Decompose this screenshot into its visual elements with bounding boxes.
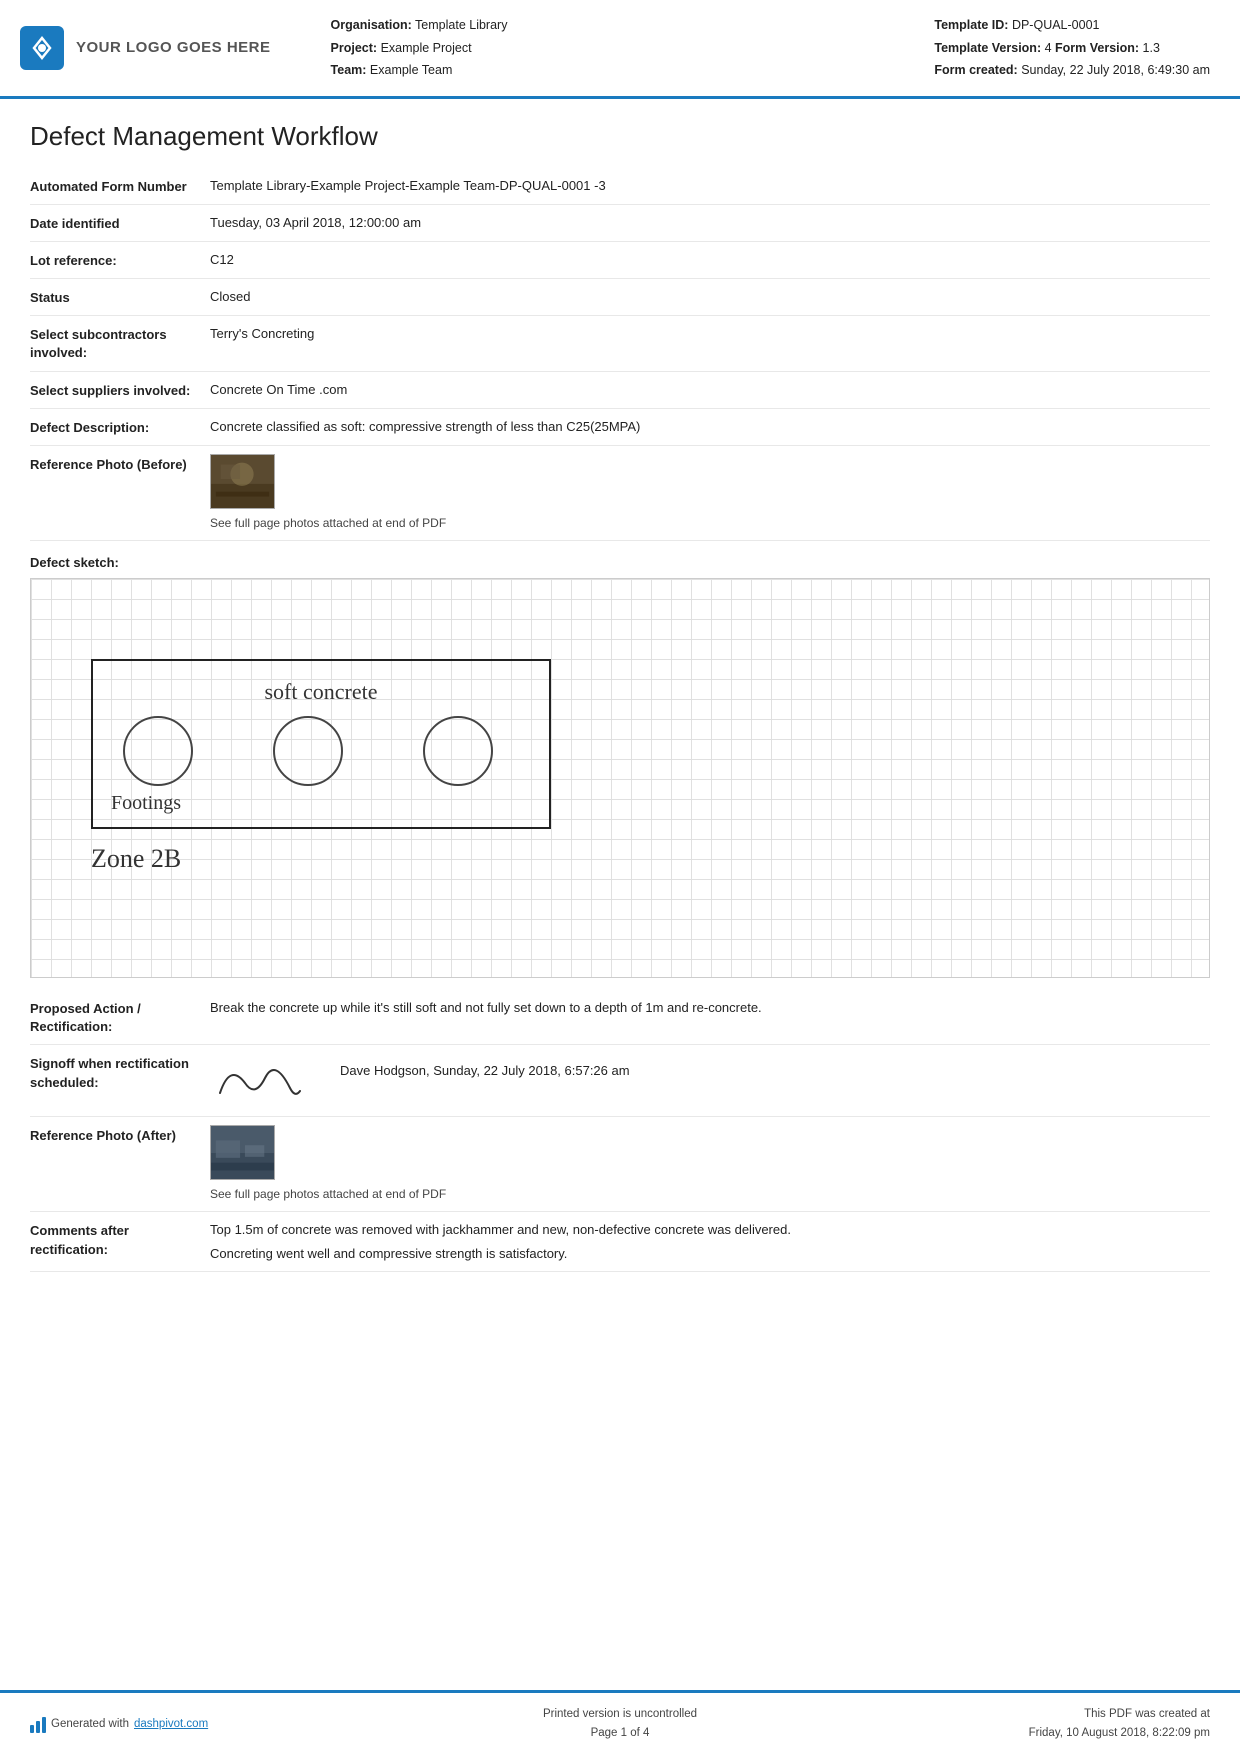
bar-1 — [30, 1725, 34, 1733]
content: Defect Management Workflow Automated For… — [0, 99, 1240, 1293]
footer-left: Generated with dashpivot.com — [30, 1715, 423, 1733]
header-right: Template ID: DP-QUAL-0001 Template Versi… — [934, 14, 1210, 82]
reference-photo-after-caption: See full page photos attached at end of … — [210, 1185, 1210, 1203]
form-created-line: Form created: Sunday, 22 July 2018, 6:49… — [934, 59, 1210, 82]
signoff-person-value: Dave Hodgson, Sunday, 22 July 2018, 6:57… — [340, 1053, 630, 1081]
reference-photo-before-thumbnail — [210, 454, 275, 509]
field-row-suppliers: Select suppliers involved: Concrete On T… — [30, 372, 1210, 409]
proposed-action-value: Break the concrete up while it's still s… — [210, 998, 1210, 1018]
footer-logo-bars — [30, 1715, 46, 1733]
footer: Generated with dashpivot.com Printed ver… — [0, 1690, 1240, 1754]
suppliers-value: Concrete On Time .com — [210, 380, 1210, 400]
team-line: Team: Example Team — [331, 59, 915, 82]
org-line: Organisation: Template Library — [331, 14, 915, 37]
sketch-circle-2 — [273, 716, 343, 786]
defect-description-label: Defect Description: — [30, 417, 210, 437]
template-id-value: DP-QUAL-0001 — [1012, 18, 1100, 32]
field-row-status: Status Closed — [30, 279, 1210, 316]
comments-line-2: Concreting went well and compressive str… — [210, 1244, 1210, 1264]
sketch-section: Defect sketch: soft concrete Footings Zo… — [30, 555, 1210, 978]
uncontrolled-text: Printed version is uncontrolled — [423, 1705, 816, 1723]
logo-block: YOUR LOGO GOES HERE — [20, 14, 271, 82]
team-value: Example Team — [370, 63, 452, 77]
page: YOUR LOGO GOES HERE Organisation: Templa… — [0, 0, 1240, 1754]
subcontractors-value: Terry's Concreting — [210, 324, 1210, 344]
team-label: Team: — [331, 63, 367, 77]
reference-photo-before-label: Reference Photo (Before) — [30, 454, 210, 474]
header: YOUR LOGO GOES HERE Organisation: Templa… — [0, 0, 1240, 99]
project-label: Project: — [331, 41, 378, 55]
form-created-label: Form created: — [934, 63, 1017, 77]
date-identified-value: Tuesday, 03 April 2018, 12:00:00 am — [210, 213, 1210, 233]
header-middle: Organisation: Template Library Project: … — [291, 14, 915, 82]
field-row-defect-description: Defect Description: Concrete classified … — [30, 409, 1210, 446]
org-value: Template Library — [415, 18, 507, 32]
sketch-zone-text: Zone 2B — [91, 844, 181, 874]
logo-text: YOUR LOGO GOES HERE — [76, 39, 271, 56]
footer-right: This PDF was created at Friday, 10 Augus… — [817, 1705, 1210, 1742]
comments-value: Top 1.5m of concrete was removed with ja… — [210, 1220, 1210, 1263]
sketch-footings-text: Footings — [111, 792, 181, 815]
project-line: Project: Example Project — [331, 37, 915, 60]
reference-photo-before-caption: See full page photos attached at end of … — [210, 514, 1210, 532]
field-row-lot-reference: Lot reference: C12 — [30, 242, 1210, 279]
lot-reference-value: C12 — [210, 250, 1210, 270]
dashpivot-link[interactable]: dashpivot.com — [134, 1718, 208, 1730]
signature-image — [210, 1053, 310, 1108]
page-title: Defect Management Workflow — [30, 121, 1210, 152]
defect-sketch-label: Defect sketch: — [30, 555, 1210, 570]
field-row-date-identified: Date identified Tuesday, 03 April 2018, … — [30, 205, 1210, 242]
proposed-action-label: Proposed Action / Rectification: — [30, 998, 210, 1036]
pdf-created-date: Friday, 10 August 2018, 8:22:09 pm — [817, 1724, 1210, 1742]
sketch-circle-3 — [423, 716, 493, 786]
signature-block: Dave Hodgson, Sunday, 22 July 2018, 6:57… — [210, 1053, 1210, 1108]
bar-2 — [36, 1721, 40, 1733]
reference-photo-after-label: Reference Photo (After) — [30, 1125, 210, 1145]
footer-center: Printed version is uncontrolled Page 1 o… — [423, 1705, 816, 1742]
subcontractors-label: Select subcontractors involved: — [30, 324, 210, 362]
date-identified-label: Date identified — [30, 213, 210, 233]
reference-photo-before-value: See full page photos attached at end of … — [210, 454, 1210, 532]
signoff-label: Signoff when rectification scheduled: — [30, 1053, 210, 1091]
sketch-inner-rect: soft concrete Footings — [91, 659, 551, 829]
sketch-grid: soft concrete Footings Zone 2B — [30, 578, 1210, 978]
suppliers-label: Select suppliers involved: — [30, 380, 210, 400]
lot-reference-label: Lot reference: — [30, 250, 210, 270]
field-row-subcontractors: Select subcontractors involved: Terry's … — [30, 316, 1210, 371]
field-row-signoff: Signoff when rectification scheduled: Da… — [30, 1045, 1210, 1117]
field-row-reference-photo-after: Reference Photo (After) See full page ph… — [30, 1117, 1210, 1212]
reference-photo-after-value: See full page photos attached at end of … — [210, 1125, 1210, 1203]
status-value: Closed — [210, 287, 1210, 307]
page-text: Page 1 of 4 — [423, 1724, 816, 1742]
status-label: Status — [30, 287, 210, 307]
field-row-proposed-action: Proposed Action / Rectification: Break t… — [30, 990, 1210, 1045]
reference-photo-after-thumbnail — [210, 1125, 275, 1180]
template-version-line: Template Version: 4 Form Version: 1.3 — [934, 37, 1210, 60]
sketch-circle-1 — [123, 716, 193, 786]
org-label: Organisation: — [331, 18, 412, 32]
signoff-value: Dave Hodgson, Sunday, 22 July 2018, 6:57… — [210, 1053, 1210, 1108]
template-id-line: Template ID: DP-QUAL-0001 — [934, 14, 1210, 37]
field-row-comments: Comments after rectification: Top 1.5m o… — [30, 1212, 1210, 1272]
automated-form-number-label: Automated Form Number — [30, 176, 210, 196]
pdf-created-text: This PDF was created at — [817, 1705, 1210, 1723]
logo-icon — [20, 26, 64, 70]
comments-label: Comments after rectification: — [30, 1220, 210, 1258]
field-row-automated-form-number: Automated Form Number Template Library-E… — [30, 168, 1210, 205]
footer-logo: Generated with dashpivot.com — [30, 1715, 208, 1733]
comments-line-1: Top 1.5m of concrete was removed with ja… — [210, 1220, 1210, 1240]
generated-text: Generated with — [51, 1718, 129, 1730]
bar-3 — [42, 1717, 46, 1733]
form-created-value: Sunday, 22 July 2018, 6:49:30 am — [1021, 63, 1210, 77]
sketch-soft-concrete-text: soft concrete — [265, 679, 378, 705]
automated-form-number-value: Template Library-Example Project-Example… — [210, 176, 1210, 196]
project-value: Example Project — [381, 41, 472, 55]
defect-description-value: Concrete classified as soft: compressive… — [210, 417, 1210, 437]
field-row-reference-photo-before: Reference Photo (Before) See full page p… — [30, 446, 1210, 541]
template-id-label: Template ID: — [934, 18, 1008, 32]
